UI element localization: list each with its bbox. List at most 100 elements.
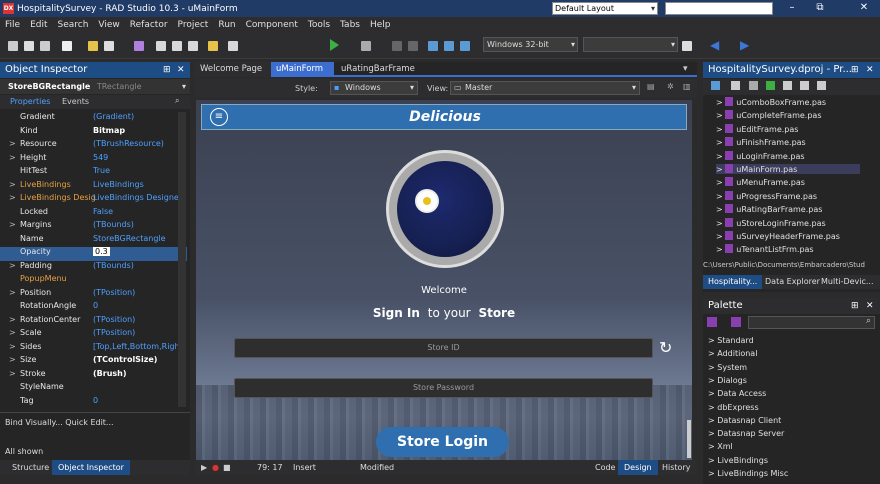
chevron-right-icon[interactable]: > — [716, 245, 725, 254]
store-password-input[interactable]: Store Password — [234, 378, 653, 398]
property-value[interactable]: (TControlSize) — [93, 355, 157, 364]
close-icon[interactable]: ✕ — [866, 62, 874, 78]
platform-select[interactable]: Windows 32-bit ▾ — [483, 37, 578, 52]
expand-icon[interactable]: > — [9, 328, 16, 337]
stop-icon[interactable] — [408, 41, 418, 51]
chevron-right-icon[interactable]: > — [708, 349, 717, 358]
device-manager-icon[interactable] — [682, 41, 692, 51]
property-row[interactable]: > Resource (TBrushResource) — [0, 139, 187, 153]
palette-category[interactable]: > LiveBindings Misc — [708, 469, 788, 478]
delete-icon[interactable]: ▥ — [683, 82, 691, 91]
palette-category[interactable]: > dbExpress — [708, 403, 759, 412]
new-icon[interactable] — [8, 41, 18, 51]
chevron-right-icon[interactable]: > — [716, 152, 725, 161]
search-icon[interactable]: ⌕ — [175, 96, 179, 106]
menu-project[interactable]: Project — [178, 20, 209, 30]
expand-icon[interactable]: > — [9, 153, 16, 162]
tab-code[interactable]: Code — [595, 463, 615, 472]
save-icon[interactable] — [40, 41, 50, 51]
property-value[interactable]: Bitmap — [93, 126, 125, 135]
menu-tabs[interactable]: Tabs — [340, 20, 360, 30]
menu-view[interactable]: View — [98, 20, 119, 30]
step-over-icon[interactable] — [428, 41, 438, 51]
property-row[interactable]: Tag 0 — [0, 396, 187, 408]
toggle-form-icon[interactable] — [188, 41, 198, 51]
property-row[interactable]: Name StoreBGRectangle — [0, 234, 187, 248]
chevron-right-icon[interactable]: > — [708, 469, 717, 478]
property-row[interactable]: > Scale (TPosition) — [0, 328, 187, 342]
forward-arrow-icon[interactable]: ▶ — [740, 38, 749, 52]
chevron-right-icon[interactable]: > — [708, 403, 717, 412]
property-row[interactable]: > Padding (TBounds) — [0, 261, 187, 275]
palette-category[interactable]: > Xml — [708, 442, 733, 451]
activate-icon[interactable] — [711, 81, 720, 90]
property-value[interactable]: True — [93, 166, 110, 175]
property-value[interactable]: LiveBindings — [93, 180, 144, 189]
tab-data-explorer[interactable]: Data Explorer — [765, 277, 820, 286]
refresh-icon[interactable]: ↻ — [659, 338, 672, 357]
property-value[interactable]: (Brush) — [93, 369, 127, 378]
property-value[interactable]: (TBrushResource) — [93, 139, 164, 148]
property-value[interactable]: [Top,Left,Bottom,Right] — [93, 342, 186, 351]
palette-category[interactable]: > Dialogs — [708, 376, 747, 385]
palette-category[interactable]: > LiveBindings — [708, 456, 768, 465]
property-value[interactable]: 0.3 — [93, 247, 110, 256]
expand-icon[interactable]: > — [9, 355, 16, 364]
property-row[interactable]: > LiveBindings Desig LiveBindings Designer — [0, 193, 187, 207]
tab-welcome-page[interactable]: Welcome Page — [195, 62, 271, 77]
copy-icon[interactable]: ▤ — [647, 82, 655, 91]
menu-component[interactable]: Component — [246, 20, 298, 30]
chevron-right-icon[interactable]: > — [716, 98, 725, 107]
property-row[interactable]: > Height 549 — [0, 153, 187, 167]
property-row[interactable]: > Margins (TBounds) — [0, 220, 187, 234]
restore-button[interactable]: ⧉ — [806, 0, 834, 17]
tab-history[interactable]: History — [662, 463, 690, 472]
project-options-icon[interactable] — [208, 41, 218, 51]
expand-icon[interactable]: > — [9, 180, 16, 189]
property-row[interactable]: > Stroke (Brush) — [0, 369, 187, 383]
project-file-item[interactable]: > uEditFrame.pas — [716, 123, 798, 134]
property-row[interactable]: > Size (TControlSize) — [0, 355, 187, 369]
property-row[interactable]: Locked False — [0, 207, 187, 221]
palette-category[interactable]: > System — [708, 363, 747, 372]
minimize-button[interactable]: – — [778, 0, 806, 17]
pin-icon[interactable]: ⊞ — [163, 62, 171, 78]
project-file-item[interactable]: > uMainForm.pas — [716, 164, 860, 174]
sync-icon[interactable] — [766, 81, 775, 90]
menu-run[interactable]: Run — [218, 20, 235, 30]
chevron-right-icon[interactable]: > — [708, 389, 717, 398]
options-icon[interactable] — [731, 81, 740, 90]
open-project-icon[interactable] — [104, 41, 114, 51]
back-arrow-icon[interactable]: ◀ — [710, 38, 719, 52]
record-icon[interactable]: ● — [212, 463, 219, 472]
chevron-right-icon[interactable]: > — [708, 336, 717, 345]
tab-hospitality[interactable]: Hospitality... — [703, 275, 763, 289]
property-value[interactable]: 0 — [93, 301, 98, 310]
expand-icon[interactable] — [783, 81, 792, 90]
property-row[interactable]: Kind Bitmap — [0, 126, 187, 140]
run-icon[interactable] — [330, 39, 339, 51]
property-value[interactable]: 0 — [93, 396, 98, 405]
chevron-right-icon[interactable]: > — [716, 192, 725, 201]
project-file-item[interactable]: > uFinishFrame.pas — [716, 137, 806, 147]
property-value[interactable]: StoreBGRectangle — [93, 234, 166, 243]
property-value[interactable]: (TPosition) — [93, 328, 135, 337]
property-value[interactable]: (TBounds) — [93, 261, 134, 270]
menu-help[interactable]: Help — [370, 20, 391, 30]
property-row[interactable]: StyleName — [0, 382, 187, 396]
expand-icon[interactable]: > — [9, 315, 16, 324]
expand-icon[interactable]: > — [9, 139, 16, 148]
bind-visually-links[interactable]: Bind Visually... Quick Edit... — [5, 418, 114, 427]
property-value[interactable]: (TBounds) — [93, 220, 134, 229]
tab-object-inspector[interactable]: Object Inspector — [52, 460, 130, 475]
view-icon[interactable] — [817, 81, 826, 90]
tab-properties[interactable]: Properties — [10, 97, 50, 106]
chevron-right-icon[interactable]: > — [716, 178, 725, 187]
project-file-item[interactable]: > uLoginFrame.pas — [716, 150, 805, 161]
palette-category[interactable]: > Data Access — [708, 389, 766, 398]
expand-icon[interactable]: > — [9, 193, 16, 202]
palette-search-input[interactable]: ⌕ — [748, 316, 875, 329]
chevron-right-icon[interactable]: > — [716, 138, 725, 147]
form-designer[interactable]: ≡ Delicious Welcome Sign In to your Stor… — [196, 100, 692, 460]
menu-refactor[interactable]: Refactor — [130, 20, 168, 30]
